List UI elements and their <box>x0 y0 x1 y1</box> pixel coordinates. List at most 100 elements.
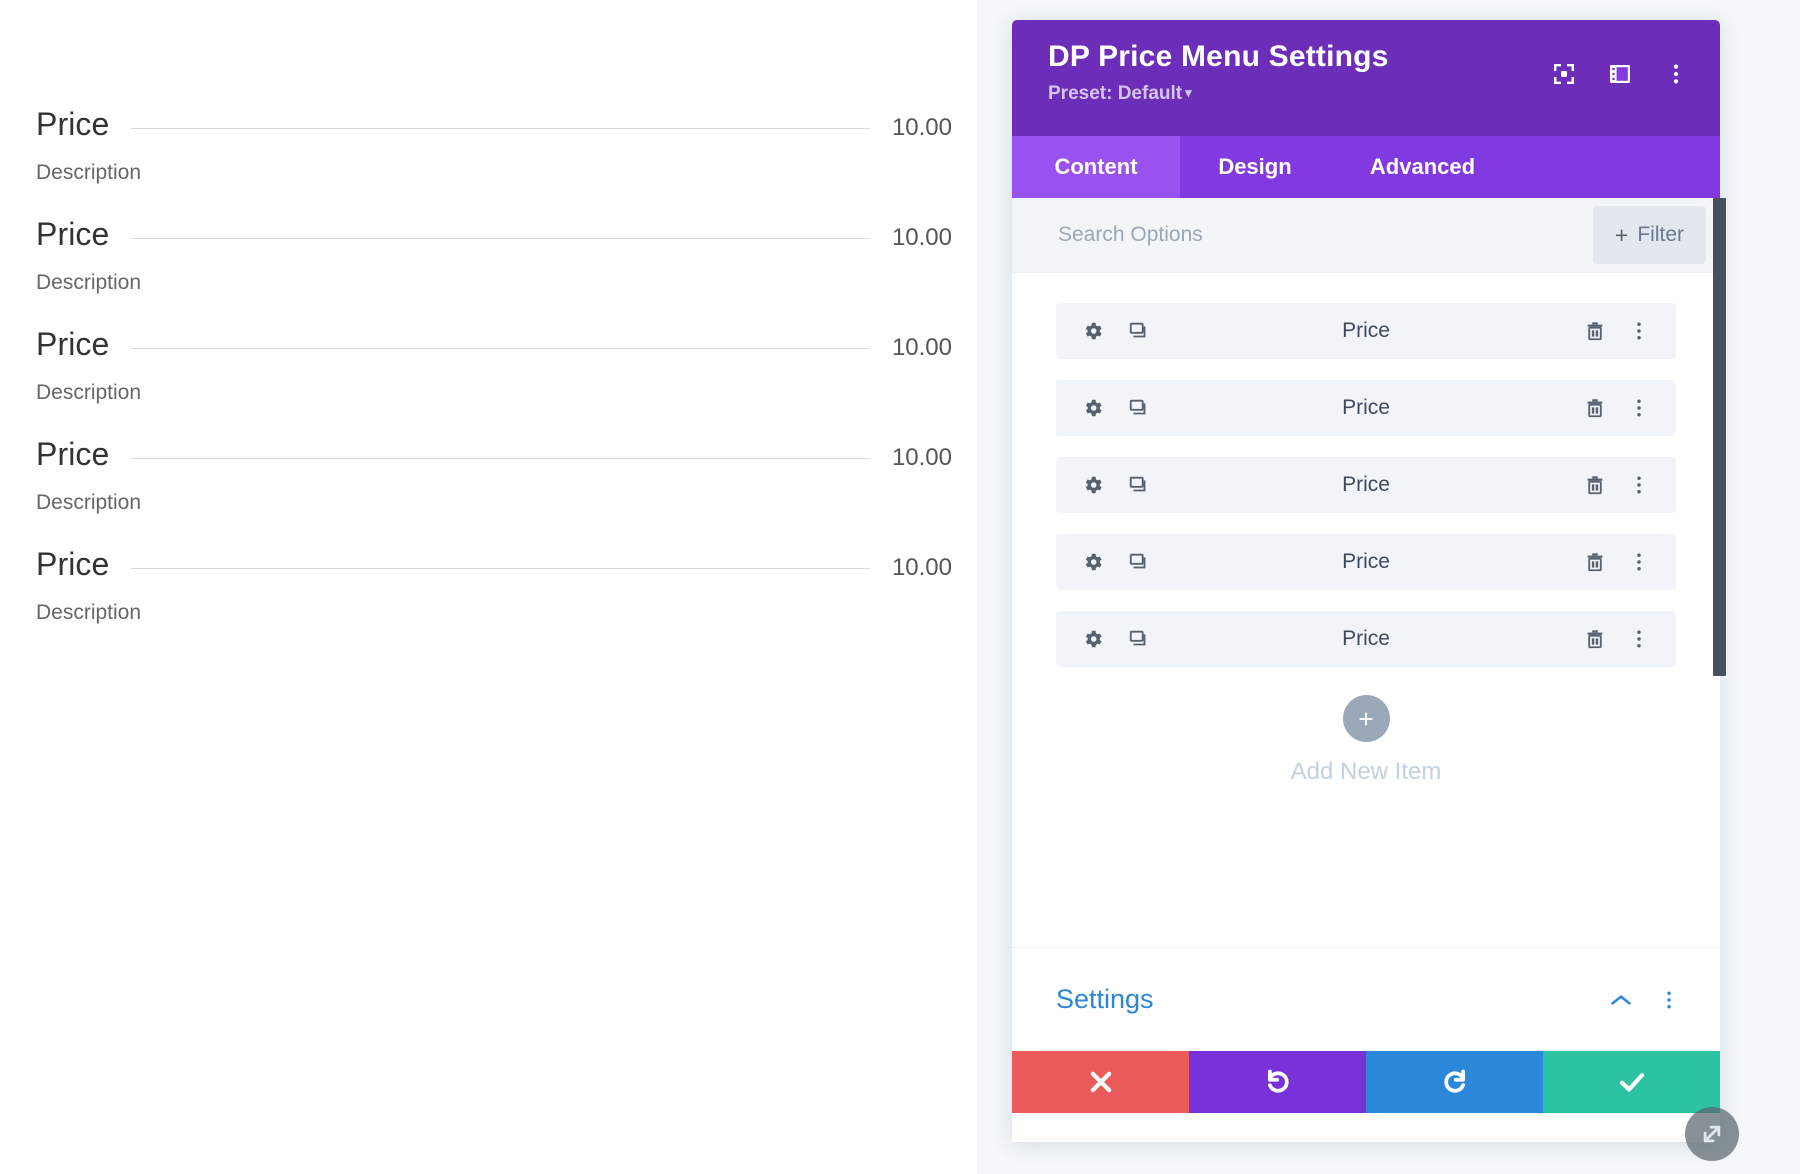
undo-button[interactable] <box>1189 1051 1366 1113</box>
settings-modal: DP Price Menu Settings Preset: Default▾ <box>1012 20 1720 1142</box>
overflow-menu-icon[interactable] <box>1628 628 1650 650</box>
settings-section: Settings <box>1012 947 1720 1051</box>
filter-button[interactable]: + Filter <box>1593 206 1706 264</box>
overflow-menu-icon[interactable] <box>1658 989 1680 1011</box>
row-right-icons <box>1584 397 1650 419</box>
preview-item-title: Price <box>36 218 109 250</box>
overflow-menu-icon[interactable] <box>1628 474 1650 496</box>
preview-item-description: Description <box>36 162 956 183</box>
price-item-row[interactable]: Price <box>1056 303 1676 359</box>
duplicate-icon[interactable] <box>1128 320 1150 342</box>
trash-icon[interactable] <box>1584 551 1606 573</box>
preview-item-price: 10.00 <box>892 226 952 250</box>
trash-icon[interactable] <box>1584 628 1606 650</box>
filter-button-label: Filter <box>1637 223 1684 247</box>
trash-icon[interactable] <box>1584 320 1606 342</box>
save-button[interactable] <box>1543 1051 1720 1113</box>
chevron-down-icon: ▾ <box>1185 85 1192 100</box>
gear-icon[interactable] <box>1082 397 1104 419</box>
preview-item-description: Description <box>36 602 956 623</box>
modal-body: Price <box>1012 273 1720 947</box>
preview-menu-item: Price 10.00 Description <box>36 438 956 513</box>
add-new-item-label: Add New Item <box>1291 758 1442 786</box>
gear-icon[interactable] <box>1082 474 1104 496</box>
row-right-icons <box>1584 551 1650 573</box>
price-item-row[interactable]: Price <box>1056 380 1676 436</box>
overflow-menu-icon[interactable] <box>1664 62 1688 86</box>
preview-item-price: 10.00 <box>892 446 952 470</box>
gear-icon[interactable] <box>1082 628 1104 650</box>
search-row: + Filter <box>1012 198 1720 273</box>
tab-content[interactable]: Content <box>1012 136 1180 198</box>
preview-item-leader-line <box>131 238 870 239</box>
chevron-up-icon[interactable] <box>1610 989 1632 1011</box>
preview-item-description: Description <box>36 492 956 513</box>
row-left-icons <box>1082 628 1150 650</box>
preview-item-description: Description <box>36 382 956 403</box>
gear-icon[interactable] <box>1082 551 1104 573</box>
preview-menu-item: Price 10.00 Description <box>36 548 956 623</box>
preview-item-header: Price 10.00 <box>36 328 952 360</box>
duplicate-icon[interactable] <box>1128 628 1150 650</box>
row-left-icons <box>1082 397 1150 419</box>
preview-item-leader-line <box>131 458 870 459</box>
overflow-menu-icon[interactable] <box>1628 397 1650 419</box>
preview-item-price: 10.00 <box>892 556 952 580</box>
preview-item-title: Price <box>36 328 109 360</box>
row-left-icons <box>1082 320 1150 342</box>
modal-header-icons <box>1552 62 1688 86</box>
preview-item-price: 10.00 <box>892 336 952 360</box>
preview-menu-item: Price 10.00 Description <box>36 108 956 183</box>
price-item-row[interactable]: Price <box>1056 534 1676 590</box>
modal-scrollbar[interactable] <box>1713 198 1726 676</box>
modal-action-bar <box>1012 1051 1720 1113</box>
gear-icon[interactable] <box>1082 320 1104 342</box>
duplicate-icon[interactable] <box>1128 551 1150 573</box>
settings-section-icons <box>1610 989 1680 1011</box>
price-menu-preview: Price 10.00 Description Price 10.00 Desc… <box>0 0 977 1174</box>
discard-button[interactable] <box>1012 1051 1189 1113</box>
preview-item-leader-line <box>131 128 870 129</box>
search-input[interactable] <box>1056 222 1540 248</box>
row-left-icons <box>1082 551 1150 573</box>
row-right-icons <box>1584 320 1650 342</box>
tab-advanced[interactable]: Advanced <box>1330 136 1515 198</box>
preview-menu-item: Price 10.00 Description <box>36 218 956 293</box>
preset-label: Preset: Default <box>1048 83 1182 104</box>
trash-icon[interactable] <box>1584 474 1606 496</box>
preview-item-price: 10.00 <box>892 116 952 140</box>
resize-handle[interactable] <box>1685 1107 1739 1161</box>
preview-item-header: Price 10.00 <box>36 108 952 140</box>
modal-tabs: Content Design Advanced <box>1012 136 1720 198</box>
preview-item-title: Price <box>36 548 109 580</box>
preview-item-title: Price <box>36 108 109 140</box>
preview-item-header: Price 10.00 <box>36 548 952 580</box>
row-right-icons <box>1584 628 1650 650</box>
overflow-menu-icon[interactable] <box>1628 551 1650 573</box>
overflow-menu-icon[interactable] <box>1628 320 1650 342</box>
preview-item-description: Description <box>36 272 956 293</box>
row-right-icons <box>1584 474 1650 496</box>
price-item-row[interactable]: Price <box>1056 457 1676 513</box>
add-new-item-button[interactable]: + Add New Item <box>1056 695 1676 786</box>
layout-panel-icon[interactable] <box>1608 62 1632 86</box>
trash-icon[interactable] <box>1584 397 1606 419</box>
row-left-icons <box>1082 474 1150 496</box>
tab-design[interactable]: Design <box>1180 136 1330 198</box>
settings-section-label[interactable]: Settings <box>1056 984 1154 1015</box>
preview-item-leader-line <box>131 348 870 349</box>
preview-item-leader-line <box>131 568 870 569</box>
preview-item-title: Price <box>36 438 109 470</box>
price-item-row[interactable]: Price <box>1056 611 1676 667</box>
preview-item-header: Price 10.00 <box>36 438 952 470</box>
duplicate-icon[interactable] <box>1128 474 1150 496</box>
preview-menu-item: Price 10.00 Description <box>36 328 956 403</box>
plus-icon: + <box>1615 224 1628 247</box>
modal-header: DP Price Menu Settings Preset: Default▾ <box>1012 20 1720 136</box>
preview-item-header: Price 10.00 <box>36 218 952 250</box>
duplicate-icon[interactable] <box>1128 397 1150 419</box>
redo-button[interactable] <box>1366 1051 1543 1113</box>
focus-icon[interactable] <box>1552 62 1576 86</box>
preset-selector[interactable]: Preset: Default▾ <box>1048 83 1192 105</box>
plus-icon: + <box>1343 695 1390 742</box>
